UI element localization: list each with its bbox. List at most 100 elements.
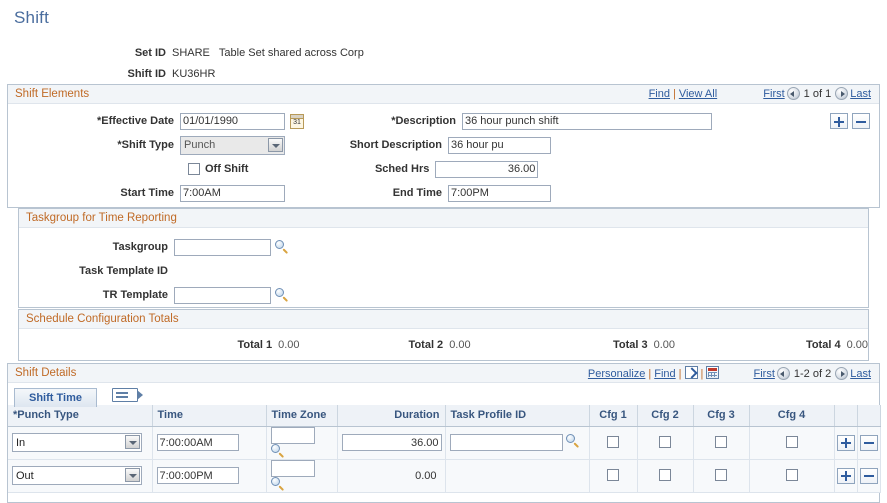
col-duration[interactable]: Duration [337,405,446,427]
col-add [834,405,858,427]
add-grid-row-button-row2[interactable] [836,467,855,484]
table-row: InOutMealBreakTransfer 0.00 [8,459,881,493]
row-off-shift-sched-hrs: Off Shift Sched Hrs [8,157,879,181]
grid-find-link[interactable]: Find [654,368,675,380]
total3-value: 0.00 [653,339,676,351]
cfg3-checkbox-row2[interactable] [715,469,727,481]
cell-cfg1 [589,459,638,493]
zoom-grid-icon[interactable] [684,366,698,379]
cfg1-checkbox-row2[interactable] [607,469,619,481]
description-input[interactable] [462,112,712,130]
time-zone-lookup-icon-row1[interactable] [270,443,286,459]
personalize-link[interactable]: Personalize [588,368,645,380]
cfg4-checkbox-row1[interactable] [785,436,798,448]
task-profile-lookup-icon-row1[interactable] [565,433,581,449]
cell-add [834,426,858,460]
cell-punch-type: InOutMealBreakTransfer [8,426,153,460]
end-time-input[interactable] [448,184,551,202]
time-input-row1[interactable] [156,434,239,451]
cell-time-zone [266,459,338,493]
nav-last-link[interactable]: Last [850,88,871,100]
shift-details-title: Shift Details [15,367,77,379]
download-grid-icon[interactable] [706,366,720,379]
cfg3-checkbox-row1[interactable] [715,436,727,448]
taskgroup-input[interactable] [174,238,271,256]
cell-punch-type: InOutMealBreakTransfer [8,459,153,493]
next-row-icon[interactable] [835,87,849,100]
col-cfg3[interactable]: Cfg 3 [693,405,750,427]
cell-cfg3 [693,459,750,493]
taskgroup-lookup-icon[interactable] [275,239,290,255]
time-zone-input-row2[interactable] [270,459,315,477]
schedule-totals-title: Schedule Configuration Totals [26,313,179,325]
page-title: Shift [14,8,50,27]
cell-duration: 0.00 [337,459,446,493]
cfg1-checkbox-row1[interactable] [607,436,619,448]
end-time-label: End Time [392,187,442,199]
col-cfg4[interactable]: Cfg 4 [749,405,835,427]
duration-value-row2: 0.00 [415,469,437,482]
cell-time-zone [266,426,338,460]
tr-template-input[interactable] [174,286,271,304]
taskgroup-title: Taskgroup for Time Reporting [26,212,177,224]
shift-type-select[interactable]: PunchElapsedFlex [180,135,285,155]
total2-value: 0.00 [449,339,471,351]
cell-cfg4 [749,459,835,493]
grid-nav-first-link[interactable]: First [754,368,775,380]
col-punch-type[interactable]: *Punch Type [8,405,153,427]
time-zone-input-row1[interactable] [270,426,315,444]
tab-shift-time[interactable]: Shift Time [14,388,97,407]
cfg4-checkbox-row2[interactable] [785,469,798,481]
nav-first-link[interactable]: First [763,88,784,100]
sched-hrs-input[interactable] [435,160,539,178]
cell-time [152,459,267,493]
time-input-row2[interactable] [156,467,239,484]
col-time[interactable]: Time [152,405,267,427]
start-time-label: Start Time [120,187,174,199]
row-start-end-time: Start Time End Time [8,181,879,205]
grid-previous-page-icon[interactable] [776,367,790,380]
cell-cfg1 [589,426,638,460]
col-cfg2[interactable]: Cfg 2 [637,405,694,427]
shiftid-value: KU36HR [172,67,216,80]
add-row-button[interactable] [830,113,848,129]
col-cfg1[interactable]: Cfg 1 [589,405,638,427]
punch-type-select-row1[interactable]: InOutMealBreakTransfer [12,433,142,452]
punch-type-select-row2[interactable]: InOutMealBreakTransfer [12,466,142,485]
task-profile-input-row1[interactable] [449,434,563,452]
col-time-zone[interactable]: Time Zone [266,405,338,427]
key-field-row-setid: Set ID SHARE Table Set shared across Cor… [0,42,887,63]
duration-input-row1[interactable] [341,434,442,451]
effective-date-input[interactable] [180,112,285,130]
setid-label: Set ID [134,46,166,59]
off-shift-label: Off Shift [205,163,249,175]
delete-grid-row-button-row2[interactable] [859,467,878,484]
effective-date-label: *Effective Date [96,115,174,127]
schedule-totals-header: Schedule Configuration Totals [19,310,868,329]
off-shift-checkbox[interactable] [188,163,200,175]
short-description-input[interactable] [448,136,551,154]
add-grid-row-button-row1[interactable] [836,434,855,451]
grid-nav-last-link[interactable]: Last [850,368,871,380]
delete-row-button[interactable] [852,113,870,129]
delete-grid-row-button-row1[interactable] [859,434,878,451]
total4-label: Total 4 [805,339,841,351]
time-zone-lookup-icon-row2[interactable] [270,476,286,492]
col-task-profile-id[interactable]: Task Profile ID [445,405,590,427]
start-time-input[interactable] [180,184,285,202]
cfg2-checkbox-row1[interactable] [659,436,671,448]
previous-row-icon[interactable] [786,87,800,100]
calendar-icon[interactable] [290,113,304,129]
taskgroup-header: Taskgroup for Time Reporting [19,209,868,228]
show-all-columns-icon[interactable] [112,388,144,402]
cfg2-checkbox-row2[interactable] [659,469,671,481]
shift-details-header: Shift Details Personalize | Find | | First 1-… [8,364,879,383]
total2-label: Total 2 [408,339,444,351]
grid-next-page-icon[interactable] [835,367,849,380]
task-template-id-label: Task Template ID [79,265,168,277]
tr-template-lookup-icon[interactable] [275,287,290,303]
find-link[interactable]: Find [649,88,670,100]
col-delete [857,405,881,427]
view-all-link[interactable]: View All [679,88,717,100]
table-row: InOutMealBreakTransfer [8,426,881,460]
